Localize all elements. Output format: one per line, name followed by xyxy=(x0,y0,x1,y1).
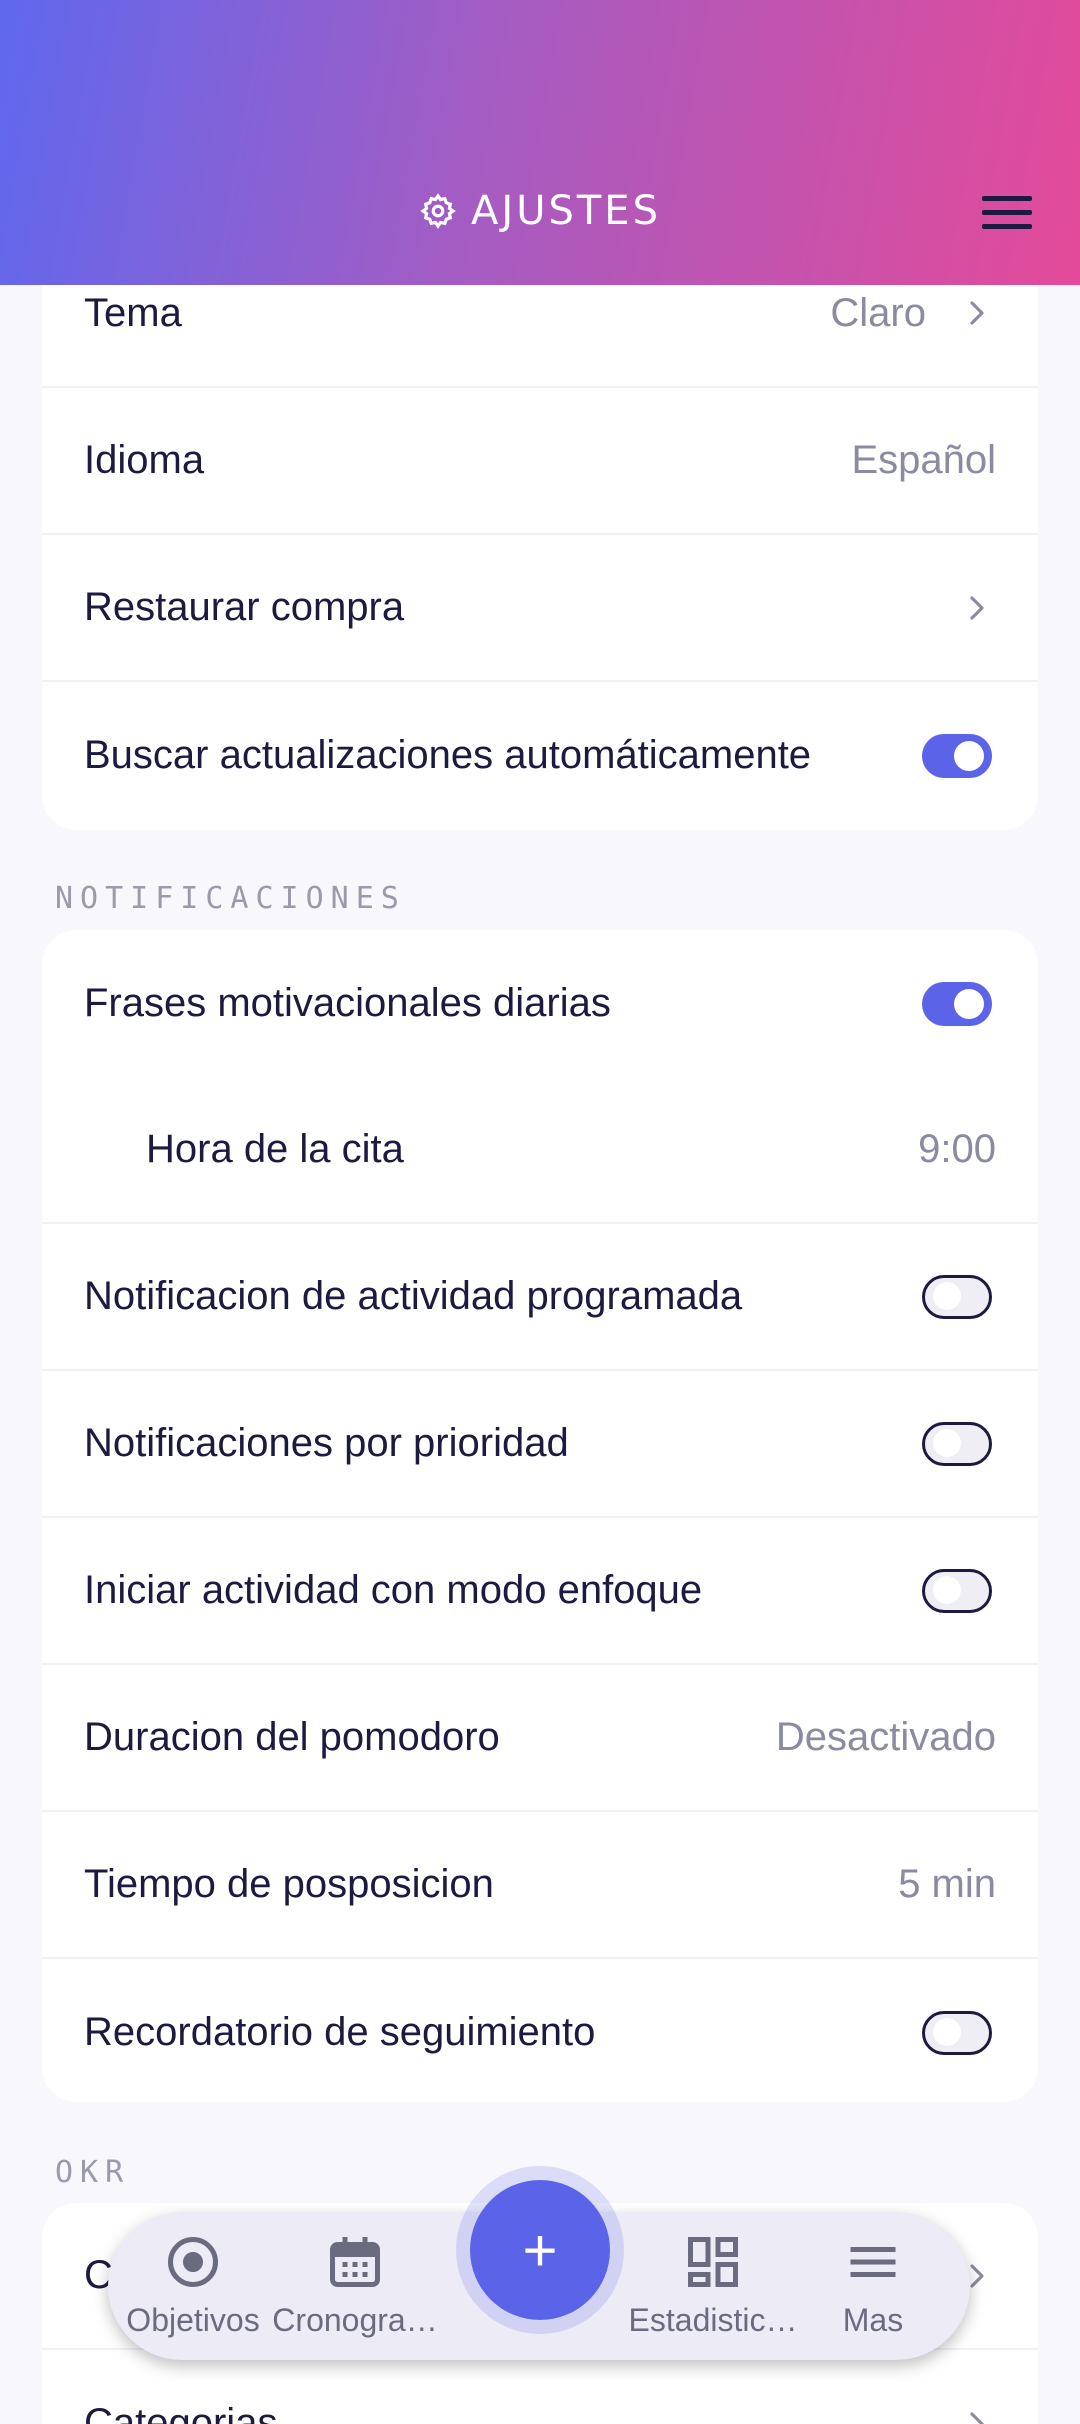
priority-notifications-row: Notificaciones por prioridad xyxy=(42,1371,1038,1518)
language-row[interactable]: Idioma Español xyxy=(42,388,1038,535)
gear-icon xyxy=(420,193,456,229)
focus-mode-label: Iniciar actividad con modo enfoque xyxy=(84,1568,703,1612)
focus-mode-toggle[interactable] xyxy=(922,1568,992,1613)
page-title-text: AJUSTES xyxy=(471,188,661,234)
menu-icon xyxy=(850,2247,896,2277)
follow-up-reminder-toggle[interactable] xyxy=(922,2010,992,2055)
snooze-time-label: Tiempo de posposicion xyxy=(84,1862,494,1906)
scheduled-activity-label: Notificacion de actividad programada xyxy=(84,1274,743,1318)
priority-notifications-label: Notificaciones por prioridad xyxy=(84,1421,569,1465)
appointment-time-row[interactable]: Hora de la cita 9:00 xyxy=(42,1077,1038,1224)
daily-quotes-toggle[interactable] xyxy=(922,981,992,1026)
pomodoro-duration-value: Desactivado xyxy=(775,1715,996,1759)
daily-quotes-row: Frases motivacionales diarias xyxy=(42,930,1038,1077)
target-icon xyxy=(168,2237,218,2287)
notifications-card: Frases motivacionales diarias Hora de la… xyxy=(42,930,1038,2102)
appointment-time-label: Hora de la cita xyxy=(146,1127,404,1171)
auto-update-toggle[interactable] xyxy=(922,733,992,778)
nav-schedule[interactable]: Cronogra… xyxy=(270,2232,440,2339)
nav-objectives[interactable]: Objetivos xyxy=(108,2232,278,2339)
focus-mode-row: Iniciar actividad con modo enfoque xyxy=(42,1518,1038,1665)
categories-row[interactable]: Categorias xyxy=(42,2350,1038,2424)
daily-quotes-label: Frases motivacionales diarias xyxy=(84,981,611,1025)
follow-up-reminder-label: Recordatorio de seguimiento xyxy=(84,2010,596,2054)
follow-up-reminder-row: Recordatorio de seguimiento xyxy=(42,1959,1038,2102)
chevron-right-icon xyxy=(970,301,984,325)
add-button[interactable]: + xyxy=(470,2180,610,2320)
theme-label: Tema xyxy=(84,290,182,335)
restore-purchase-label: Restaurar compra xyxy=(84,585,405,629)
snooze-time-value: 5 min xyxy=(898,1862,996,1906)
hamburger-menu-icon[interactable] xyxy=(982,196,1032,234)
appointment-time-value: 9:00 xyxy=(918,1127,996,1171)
app-header: AJUSTES xyxy=(0,0,1080,285)
auto-update-row: Buscar actualizaciones automáticamente xyxy=(42,682,1038,829)
nav-schedule-label: Cronogra… xyxy=(272,2302,438,2338)
pomodoro-duration-label: Duracion del pomodoro xyxy=(84,1715,500,1759)
language-label: Idioma xyxy=(84,438,205,482)
priority-notifications-toggle[interactable] xyxy=(922,1421,992,1466)
nav-statistics-label: Estadistic… xyxy=(628,2302,798,2338)
categories-label: Categorias xyxy=(84,2401,278,2424)
okr-section-title: OKR xyxy=(55,2155,131,2190)
chevron-right-icon xyxy=(970,2411,984,2424)
nav-more[interactable]: Mas xyxy=(788,2232,958,2339)
nav-statistics[interactable]: Estadistic… xyxy=(628,2232,798,2339)
nav-objectives-label: Objetivos xyxy=(126,2302,260,2338)
nav-more-label: Mas xyxy=(842,2302,904,2338)
theme-value: Claro xyxy=(830,290,926,335)
scheduled-activity-toggle[interactable] xyxy=(922,1274,992,1319)
chevron-right-icon xyxy=(970,595,984,620)
auto-update-label: Buscar actualizaciones automáticamente xyxy=(84,733,812,777)
calendar-icon xyxy=(330,2237,380,2287)
dashboard-icon xyxy=(688,2237,738,2287)
scheduled-activity-row: Notificacion de actividad programada xyxy=(42,1224,1038,1371)
language-value: Español xyxy=(851,438,996,482)
pomodoro-duration-row[interactable]: Duracion del pomodoro Desactivado xyxy=(42,1665,1038,1812)
restore-purchase-row[interactable]: Restaurar compra xyxy=(42,535,1038,682)
notifications-section-title: NOTIFICACIONES xyxy=(55,881,406,916)
snooze-time-row[interactable]: Tiempo de posposicion 5 min xyxy=(42,1812,1038,1959)
page-title: AJUSTES xyxy=(0,188,1080,234)
